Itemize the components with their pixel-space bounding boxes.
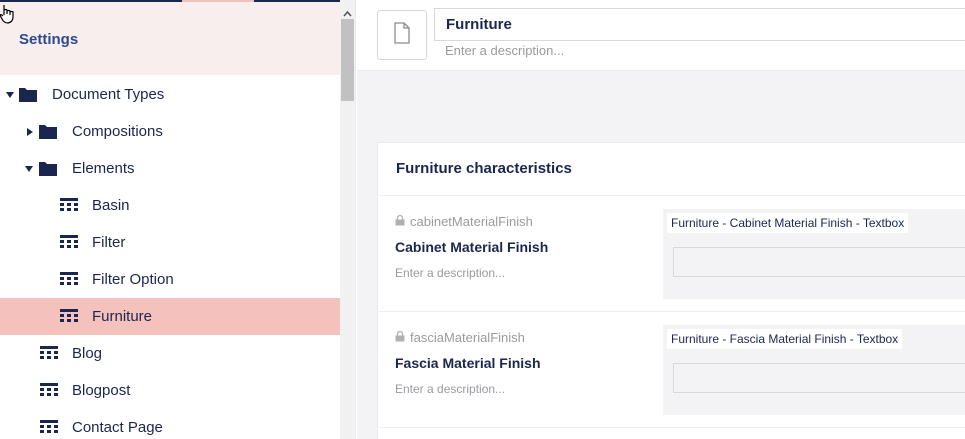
tree-item-elements[interactable]: Elements [0,150,340,187]
property-row[interactable]: fasciaMaterialFinish Fascia Material Fin… [378,312,965,428]
tree-item-compositions[interactable]: Compositions [0,113,340,150]
textbox-preview [673,363,965,393]
document-type-icon [60,187,78,224]
tree-item-label: Compositions [72,123,163,140]
property-editor-label: Furniture - Cabinet Material Finish - Te… [667,213,909,233]
property-row[interactable]: cabinetMaterialFinish Cabinet Material F… [378,196,965,312]
sidebar-title: Settings [19,31,79,48]
property-alias-text: fasciaMaterialFinish [410,330,525,345]
property-alias: fasciaMaterialFinish [395,330,525,345]
document-type-icon [40,335,58,372]
sidebar: Settings Document Types Compositions Ele… [0,0,340,439]
tree-item-contact-page[interactable]: Contact Page [0,409,340,439]
document-type-icon [60,261,78,298]
document-type-icon [60,224,78,261]
tree-item-blog[interactable]: Blog [0,335,340,372]
divider [378,427,965,428]
caret-down-icon[interactable] [25,150,33,187]
property-name[interactable]: Cabinet Material Finish [395,239,548,255]
hand-cursor-icon [0,4,14,29]
folder-icon [39,113,57,150]
property-alias-text: cabinetMaterialFinish [410,214,533,229]
document-type-icon [60,298,78,335]
tree-item-blogpost[interactable]: Blogpost [0,372,340,409]
lock-icon[interactable] [395,214,405,229]
property-editor-preview[interactable]: Furniture - Cabinet Material Finish - Te… [663,209,965,299]
document-icon [394,21,410,49]
property-editor-preview[interactable]: Furniture - Fascia Material Finish - Tex… [663,325,965,415]
folder-icon [39,150,57,187]
lock-icon[interactable] [395,330,405,345]
doctype-name-input[interactable]: Furniture [434,8,965,41]
tree-item-label: Document Types [52,86,165,103]
property-group: Furniture characteristics cabinetMateria… [377,142,965,439]
sidebar-scrollbar[interactable] [340,0,356,439]
tree-item-basin[interactable]: Basin [0,187,340,224]
property-description[interactable]: Enter a description... [395,382,505,396]
doctype-description-input[interactable]: Enter a description... [445,43,564,58]
document-type-icon [40,409,58,439]
sidebar-header: Settings [0,2,340,75]
main-editor: Furniture Enter a description... Furnitu… [357,0,965,439]
editor-header: Furniture Enter a description... [357,0,965,71]
tree-item-label: Basin [92,197,130,214]
tree-item-label: Contact Page [72,419,163,436]
tree-item-document-types[interactable]: Document Types [0,76,340,113]
tree-item-label: Filter Option [92,271,174,288]
tree-item-label: Blogpost [72,382,131,399]
tree-item-filter-option[interactable]: Filter Option [0,261,340,298]
scrollbar-thumb[interactable] [341,19,354,101]
caret-right-icon[interactable] [27,113,33,150]
group-title: Furniture characteristics [396,160,572,177]
property-name[interactable]: Fascia Material Finish [395,355,541,371]
tree-item-label: Blog [72,345,103,362]
tree-item-label: Filter [92,234,126,251]
tree-item-label: Elements [72,160,135,177]
document-type-icon [40,372,58,409]
textbox-preview [673,247,965,277]
tree-item-filter[interactable]: Filter [0,224,340,261]
caret-down-icon[interactable] [6,76,14,113]
folder-icon [19,76,37,113]
property-description[interactable]: Enter a description... [395,266,505,280]
property-alias: cabinetMaterialFinish [395,214,533,229]
property-editor-label: Furniture - Fascia Material Finish - Tex… [667,329,903,349]
icon-picker-button[interactable] [377,10,427,60]
tree-item-label: Furniture [92,308,153,325]
tree-item-furniture[interactable]: Furniture [0,298,340,335]
